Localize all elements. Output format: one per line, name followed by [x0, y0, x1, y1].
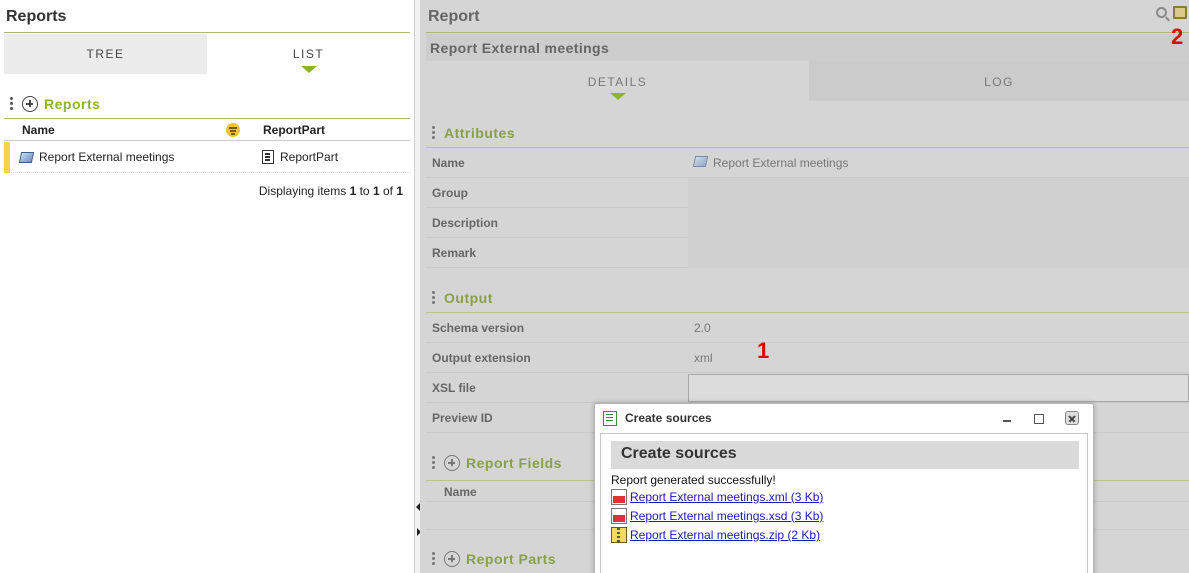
kebab-menu-icon[interactable]: [432, 551, 436, 567]
paging-info: Displaying items 1 to 1 of 1: [259, 184, 403, 198]
field-label: Description: [432, 216, 499, 230]
file-link-text[interactable]: Report External meetings.zip (2 Kb): [630, 528, 820, 542]
file-link-zip[interactable]: Report External meetings.zip (2 Kb): [611, 527, 820, 543]
add-circle-icon[interactable]: [444, 455, 460, 471]
kebab-menu-icon[interactable]: [10, 96, 14, 112]
cell-name[interactable]: Report External meetings: [18, 150, 175, 164]
tab-details-label: DETAILS: [587, 75, 648, 89]
table-row[interactable]: Report External meetings ReportPart: [4, 142, 410, 173]
paging-to-word: to: [356, 184, 373, 198]
attributes-section-header: Attributes: [432, 125, 515, 141]
reports-section-header: Reports: [10, 96, 100, 112]
close-icon[interactable]: [1065, 411, 1079, 425]
output-section-header: Output: [432, 290, 493, 306]
panel-title: Reports: [6, 8, 67, 25]
status-message: Report generated successfully!: [611, 473, 776, 487]
annotation-marker-1: 1: [757, 338, 770, 363]
field-row-output-extension: Output extension xml: [426, 343, 1189, 373]
record-subtitle: Report External meetings: [426, 34, 1189, 61]
reports-panel: Reports TREE LIST Reports Name ReportPar…: [0, 0, 414, 573]
xml-file-icon: [611, 489, 627, 505]
window-app-icon: [603, 410, 617, 426]
active-tab-indicator: [609, 93, 626, 100]
tab-list[interactable]: LIST: [207, 34, 410, 74]
section-title: Attributes: [444, 125, 516, 141]
field-row-schema-version: Schema version 2.0: [426, 313, 1189, 343]
zip-file-icon: [611, 527, 627, 543]
field-row-remark: Remark: [426, 238, 1189, 268]
field-label: XSL file: [432, 381, 476, 395]
report-parts-section-header: Report Parts: [432, 551, 556, 567]
search-icon[interactable]: [1156, 7, 1167, 18]
selected-row-marker: [4, 142, 10, 173]
paging-prefix: Displaying items: [258, 184, 350, 198]
field-value-name: Report External meetings: [688, 148, 1189, 178]
section-title: Report Parts: [466, 551, 557, 567]
column-header-name[interactable]: Name: [22, 123, 55, 137]
add-circle-icon[interactable]: [444, 551, 460, 567]
paging-to: 1: [372, 184, 380, 198]
toolbar: [1156, 6, 1187, 19]
cell-reportpart-text: ReportPart: [280, 150, 339, 164]
field-row-xsl-file: XSL file: [426, 373, 1189, 403]
field-row-name: Name Report External meetings: [426, 148, 1189, 178]
panel-title: Report: [428, 8, 480, 25]
field-value-group: [688, 178, 1189, 208]
section-title: Report Fields: [466, 455, 562, 471]
minimize-icon[interactable]: [1000, 411, 1014, 425]
dialog-titlebar[interactable]: Create sources: [595, 404, 1093, 432]
active-tab-indicator: [300, 66, 317, 73]
xsl-file-input[interactable]: [688, 374, 1189, 402]
file-link-xsd[interactable]: Report External meetings.xsd (3 Kb): [611, 508, 823, 524]
add-circle-icon[interactable]: [22, 96, 38, 112]
report-part-icon: [262, 150, 274, 164]
xsd-file-icon: [611, 508, 627, 524]
cell-name-text: Report External meetings: [39, 150, 175, 164]
tab-details[interactable]: DETAILS: [426, 61, 809, 101]
field-label: Group: [432, 186, 468, 200]
field-label: Preview ID: [432, 411, 493, 425]
maximize-icon[interactable]: [1031, 411, 1045, 425]
file-link-text[interactable]: Report External meetings.xsd (3 Kb): [630, 509, 823, 523]
file-link-xml[interactable]: Report External meetings.xml (3 Kb): [611, 489, 823, 505]
tab-log[interactable]: LOG: [809, 61, 1189, 101]
section-title: Output: [444, 290, 493, 306]
create-sources-icon[interactable]: [1173, 6, 1187, 19]
divider: [4, 32, 410, 33]
annotation-marker-2: 2: [1171, 24, 1184, 49]
kebab-menu-icon[interactable]: [432, 290, 436, 306]
tab-tree[interactable]: TREE: [4, 34, 207, 74]
create-sources-dialog: Create sources Create sources Report gen…: [594, 403, 1094, 573]
report-fields-section-header: Report Fields: [432, 455, 562, 471]
dialog-body: Create sources Report generated successf…: [600, 433, 1088, 573]
cell-reportpart[interactable]: ReportPart: [262, 150, 338, 164]
dialog-heading: Create sources: [611, 441, 1079, 469]
column-header-name[interactable]: Name: [444, 485, 477, 499]
column-header-reportpart[interactable]: ReportPart: [263, 123, 325, 137]
filter-icon[interactable]: [226, 123, 240, 137]
report-cube-icon: [692, 156, 709, 167]
field-value-remark: [688, 238, 1189, 268]
divider: [426, 32, 1189, 33]
field-label: Name: [432, 156, 465, 170]
paging-total: 1: [396, 184, 403, 198]
field-label: Schema version: [432, 321, 525, 335]
dialog-title: Create sources: [625, 411, 712, 425]
field-value-description: [688, 208, 1189, 238]
file-link-text[interactable]: Report External meetings.xml (3 Kb): [630, 490, 823, 504]
field-label: Output extension: [432, 351, 531, 365]
table-header: Name ReportPart: [4, 119, 410, 141]
report-cube-icon: [18, 151, 35, 163]
section-title: Reports: [44, 96, 101, 112]
kebab-menu-icon[interactable]: [432, 125, 436, 141]
paging-of-word: of: [379, 184, 397, 198]
field-value-text: Report External meetings: [713, 156, 849, 170]
kebab-menu-icon[interactable]: [432, 455, 436, 471]
field-row-group: Group: [426, 178, 1189, 208]
tab-list-label: LIST: [292, 47, 325, 61]
field-label: Remark: [432, 246, 477, 260]
field-row-description: Description: [426, 208, 1189, 238]
